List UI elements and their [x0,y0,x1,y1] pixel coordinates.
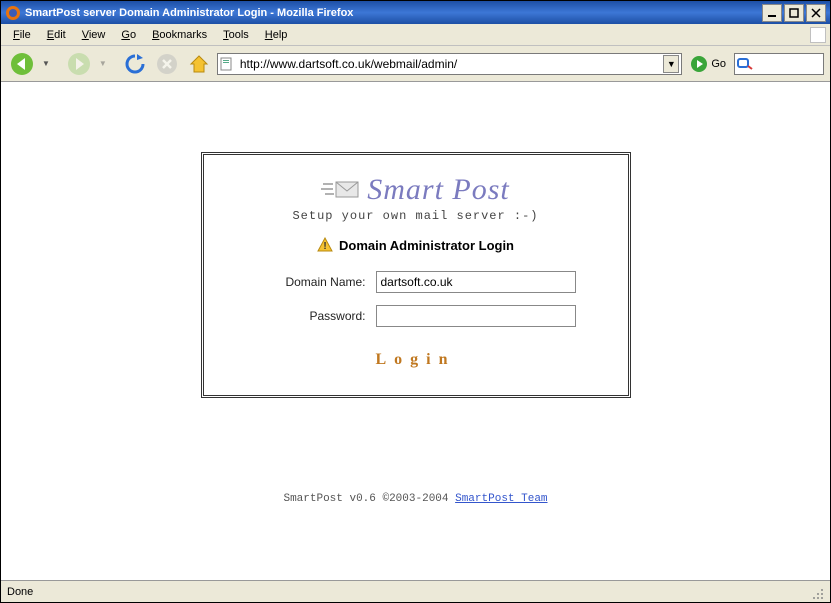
address-bar[interactable]: ▼ [217,53,682,75]
password-input[interactable] [376,305,576,327]
statusbar: Done [1,580,830,602]
forward-button[interactable] [64,49,94,79]
toolbar: ▼ ▼ ▼ Go [1,46,830,82]
page-icon [220,57,234,71]
firefox-icon [5,5,21,21]
domain-input[interactable] [376,271,576,293]
url-input[interactable] [238,56,663,72]
status-text: Done [7,586,808,598]
go-label: Go [711,58,726,70]
section-title-text: Domain Administrator Login [339,238,514,253]
go-button[interactable]: Go [686,53,730,75]
forward-dropdown-icon[interactable]: ▼ [99,59,107,68]
menu-edit[interactable]: Edit [39,27,74,43]
reload-button[interactable] [121,50,149,78]
svg-text:!: ! [323,241,326,252]
menubar: File Edit View Go Bookmarks Tools Help [1,24,830,46]
domain-label: Domain Name: [256,275,366,289]
menu-help[interactable]: Help [257,27,296,43]
login-button[interactable]: Login [375,351,455,369]
menu-view[interactable]: View [74,27,114,43]
close-button[interactable] [806,4,826,22]
password-label: Password: [256,309,366,323]
home-button[interactable] [185,50,213,78]
url-dropdown-icon[interactable]: ▼ [663,55,679,73]
back-button[interactable] [7,49,37,79]
section-title: ! Domain Administrator Login [234,237,598,253]
resize-grip-icon[interactable] [808,584,824,600]
menu-bookmarks[interactable]: Bookmarks [144,27,215,43]
activity-throbber-icon [810,27,826,43]
footer-prefix: SmartPost v0.6 ©2003-2004 [283,493,455,505]
logo: Smart Post [234,173,598,207]
stop-button[interactable] [153,50,181,78]
search-engine-icon [737,57,753,71]
minimize-button[interactable] [762,4,782,22]
warning-icon: ! [317,237,333,253]
maximize-button[interactable] [784,4,804,22]
mail-motion-icon [321,178,361,202]
login-panel: Smart Post Setup your own mail server :-… [201,152,631,398]
footer: SmartPost v0.6 ©2003-2004 SmartPost Team [1,493,830,505]
window-title: SmartPost server Domain Administrator Lo… [25,7,762,19]
menu-tools[interactable]: Tools [215,27,257,43]
menu-file[interactable]: File [5,27,39,43]
tagline: Setup your own mail server :-) [234,209,598,223]
footer-link[interactable]: SmartPost Team [455,493,547,505]
back-dropdown-icon[interactable]: ▼ [42,59,50,68]
menu-go[interactable]: Go [113,27,144,43]
search-box[interactable] [734,53,824,75]
page-content: Smart Post Setup your own mail server :-… [1,82,830,580]
titlebar: SmartPost server Domain Administrator Lo… [1,1,830,24]
logo-text: Smart Post [367,173,510,207]
